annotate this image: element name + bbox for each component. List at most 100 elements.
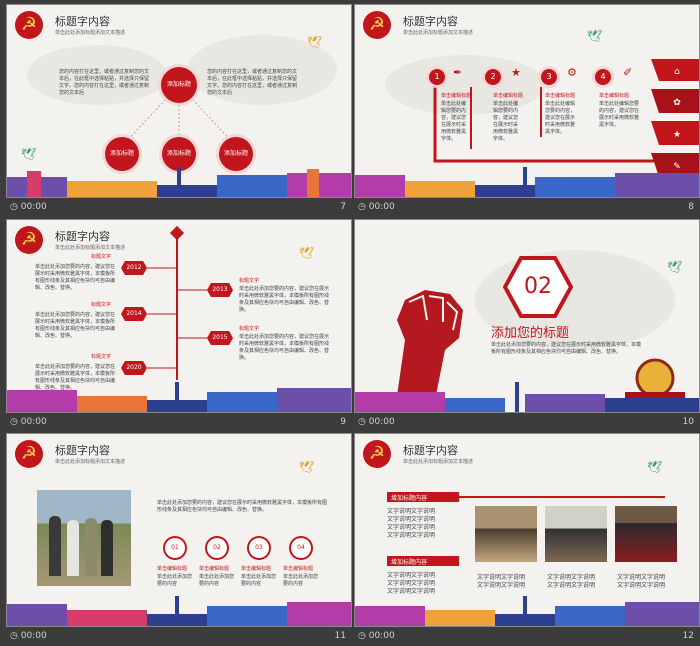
clock-icon: ◷ <box>358 202 366 212</box>
item-2-label: 单击编辑标题 <box>199 566 230 572</box>
step-4-badge: 4 <box>595 69 611 85</box>
city-skyline <box>7 167 351 197</box>
heading-3: 标题文字 <box>91 302 112 308</box>
slide-time: 00:00 <box>20 202 47 212</box>
step-1-icon: ✒ <box>453 66 463 79</box>
slide-number: 11 <box>334 631 346 641</box>
year-2013: 2013 <box>207 283 233 297</box>
city-skyline <box>7 596 351 626</box>
item-1-text: 单击此处添加您要的内容 <box>157 574 193 587</box>
dove-icon: 🕊 <box>299 460 315 474</box>
dove-icon: 🕊 <box>667 260 683 274</box>
slide-title: 标题字内容 <box>403 444 458 457</box>
body-2: 单击此处添加您要的内容，建议您在展示时采用微软雅黑字体，本模板所有图形线条及其相… <box>239 286 330 313</box>
slide-number: 8 <box>688 202 694 212</box>
item-1-badge: 01 <box>165 538 185 558</box>
slide-info-bar: ◷ 00:00 8 <box>354 197 700 217</box>
item-3-text: 单击此处添加您要的内容 <box>241 574 277 587</box>
meeting-photo-3 <box>615 506 677 562</box>
center-node: 添加标题 <box>161 67 197 103</box>
slide-info-bar: ◷ 00:00 9 <box>6 412 352 432</box>
year-2014: 2014 <box>121 307 147 321</box>
slide-subtitle: 单击此处添加标题添加文本描述 <box>55 459 126 465</box>
city-skyline <box>355 596 699 626</box>
red-divider <box>459 496 665 498</box>
dove-icon: 🕊 <box>647 460 663 474</box>
city-skyline <box>7 382 351 412</box>
text-line-6: 文字说明文字说明 <box>387 580 436 587</box>
slide-info-bar: ◷ 00:00 12 <box>354 626 700 646</box>
heading-1: 标题文字 <box>91 254 112 260</box>
tag-1: 增加标题内容 <box>387 492 459 502</box>
slide-canvas: ☭ 标题字内容 单击此处添加标题添加文本描述 🕊 ⌂ ✿ ★ ✎ 1 ✒ 2 ★… <box>354 4 700 198</box>
item-4-text: 单击此处添加您要的内容 <box>283 574 319 587</box>
group-photo <box>37 490 131 586</box>
svg-text:★: ★ <box>673 130 681 140</box>
caption-1b: 文字说明文字说明 <box>477 582 526 589</box>
slide-canvas: 02 添加您的标题 单击此处添加您要的内容，建议您在展示时采用微软雅黑字体，本模… <box>354 219 700 413</box>
city-skyline <box>355 382 699 412</box>
party-emblem-icon: ☭ <box>363 440 391 468</box>
meeting-photo-2 <box>545 506 607 562</box>
clock-icon: ◷ <box>10 631 18 641</box>
slide-number: 12 <box>682 631 694 641</box>
text-line-7: 文字说明文字说明 <box>387 588 436 595</box>
item-1-label: 单击编辑标题 <box>157 566 188 572</box>
slide-canvas: ☭ 标题字内容 单击此处添加标题添加文本描述 🕊 2012 2013 2014 … <box>6 219 352 413</box>
step-1-label: 单击编辑标题 <box>441 93 472 99</box>
clock-icon: ◷ <box>10 202 18 212</box>
slide-time: 00:00 <box>20 631 47 641</box>
caption-1: 文字说明文字说明 <box>477 574 526 581</box>
item-3-label: 单击编辑标题 <box>241 566 272 572</box>
party-emblem-icon: ☭ <box>15 440 43 468</box>
tag-2: 增加标题内容 <box>387 556 459 566</box>
caption-3b: 文字说明文字说明 <box>617 582 666 589</box>
slide-title: 标题字内容 <box>55 444 110 457</box>
item-4-label: 单击编辑标题 <box>283 566 314 572</box>
heading-5: 标题文字 <box>91 354 112 360</box>
slide-time: 00:00 <box>368 417 395 427</box>
heading-2: 标题文字 <box>239 278 260 284</box>
body-1: 单击此处添加您要的内容，建议您在展示时采用微软雅黑字体，本模板所有图形线条及其相… <box>35 264 116 291</box>
slide-number: 9 <box>340 417 346 427</box>
node-2: 添加标题 <box>162 137 196 171</box>
text-line-1: 文字说明文字说明 <box>387 508 436 515</box>
step-2-label: 单击编辑标题 <box>493 93 524 99</box>
step-4-label: 单击编辑标题 <box>599 93 630 99</box>
clock-icon: ◷ <box>10 417 18 427</box>
item-2-badge: 02 <box>207 538 227 558</box>
step-2-text: 单击此处编辑您要的内容，建议您在展示时采用微软雅黑字体。 <box>493 101 519 142</box>
city-skyline <box>355 167 699 197</box>
step-1-badge: 1 <box>429 69 445 85</box>
node-3: 添加标题 <box>219 137 253 171</box>
step-2-badge: 2 <box>485 69 501 85</box>
body-4: 单击此处添加您要的内容，建议您在展示时采用微软雅黑字体，本模板所有图形线条及其相… <box>239 334 330 361</box>
slide-canvas: ☭ 标题字内容 单击此处添加标题添加文本描述 🕊 单击此处添加您要的内容，建议您… <box>6 433 352 627</box>
year-2012: 2012 <box>121 261 147 275</box>
meeting-photo-1 <box>475 506 537 562</box>
year-2015: 2015 <box>207 331 233 345</box>
svg-text:✿: ✿ <box>673 98 681 108</box>
slide-info-bar: ◷ 00:00 11 <box>6 626 352 646</box>
text-line-5: 文字说明文字说明 <box>387 572 436 579</box>
star-icon: ★ <box>511 66 521 79</box>
step-3-label: 单击编辑标题 <box>545 93 576 99</box>
node-1: 添加标题 <box>105 137 139 171</box>
caption-2b: 文字说明文字说明 <box>547 582 596 589</box>
clock-icon: ◷ <box>358 417 366 427</box>
heading-4: 标题文字 <box>239 326 260 332</box>
text-line-2: 文字说明文字说明 <box>387 516 436 523</box>
step-3-text: 单击此处编辑您要的内容，建议您在展示时采用微软雅黑字体。 <box>545 101 576 135</box>
text-line-3: 文字说明文字说明 <box>387 524 436 531</box>
slide-canvas: ☭ 标题字内容 单击此处添加标题添加文本描述 🕊 增加标题内容 文字说明文字说明… <box>354 433 700 627</box>
slide-time: 00:00 <box>368 202 395 212</box>
slide-number: 10 <box>682 417 694 427</box>
slide-info-bar: ◷ 00:00 7 <box>6 197 352 217</box>
step-3-badge: 3 <box>541 69 557 85</box>
section-title: 添加您的标题 <box>491 326 570 341</box>
slide-time: 00:00 <box>368 631 395 641</box>
section-number: 02 <box>524 274 552 299</box>
slide-info-bar: ◷ 00:00 10 <box>354 412 700 432</box>
slide-subtitle: 单击此处添加标题添加文本描述 <box>403 459 474 465</box>
caption-2: 文字说明文字说明 <box>547 574 596 581</box>
